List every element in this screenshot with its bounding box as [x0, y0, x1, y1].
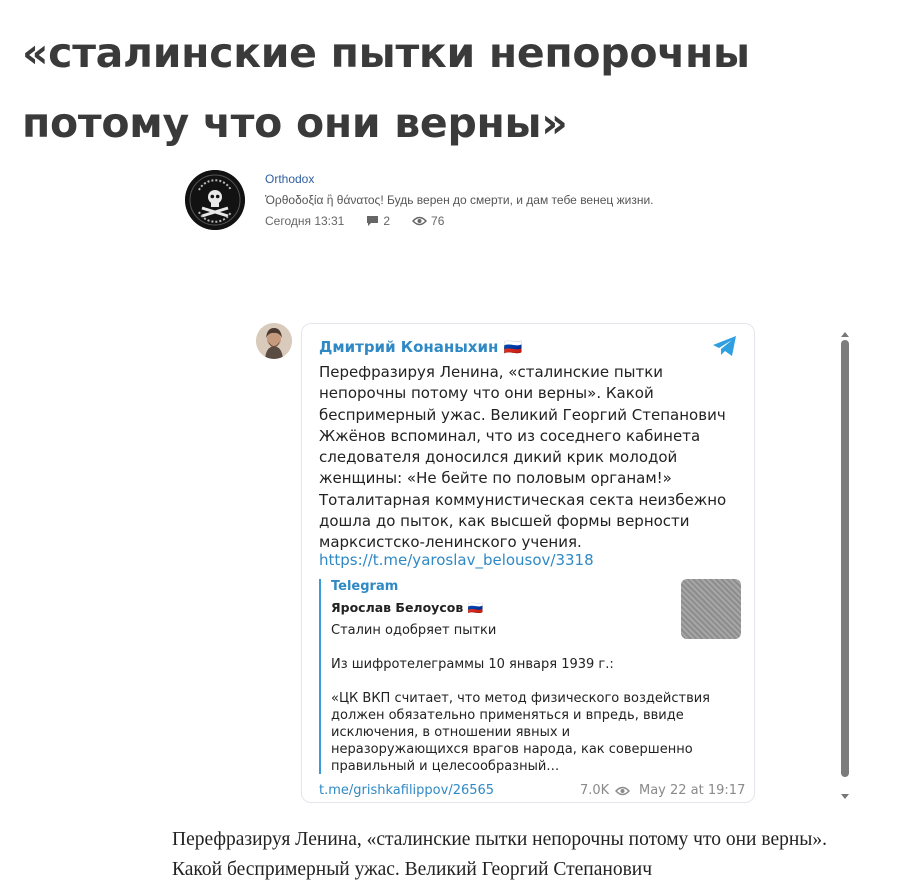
eye-icon [412, 216, 428, 226]
embed-scrollbar-thumb[interactable] [841, 340, 849, 777]
scroll-up-arrow-icon[interactable] [840, 327, 850, 337]
telegram-post-date[interactable]: May 22 at 19:17 [639, 783, 745, 798]
views-count: 76 [412, 214, 444, 228]
telegram-views-text: 7.0K [580, 783, 610, 798]
link-preview[interactable]: Telegram Ярослав Белоусов 🇷🇺 Сталин одоб… [319, 579, 741, 774]
post-meta: Сегодня 13:31 2 76 [265, 214, 466, 228]
author-avatar[interactable] [185, 170, 245, 230]
article-title: «сталинские пытки непорочны потому что о… [22, 29, 750, 147]
telegram-views: 7.0K [580, 783, 631, 798]
link-preview-body: «ЦК ВКП считает, что метод физического в… [331, 691, 710, 774]
post-time-text: Сегодня 13:31 [265, 214, 345, 228]
telegram-post-link[interactable]: t.me/grishkafilippov/26565 [319, 783, 494, 798]
comments-count[interactable]: 2 [366, 214, 390, 228]
telegram-channel-avatar[interactable] [256, 323, 292, 359]
views-count-text: 76 [431, 214, 445, 228]
post-time: Сегодня 13:31 [265, 214, 344, 228]
link-preview-headline: Сталин одобряет пытки [331, 623, 497, 638]
scroll-down-arrow-icon[interactable] [840, 788, 850, 799]
article-body-text: Перефразируя Ленина, «сталинские пытки н… [172, 829, 828, 880]
link-preview-author: Ярослав Белоусов 🇷🇺 [331, 600, 484, 615]
eye-icon [615, 786, 631, 796]
link-preview-thumbnail[interactable] [681, 579, 741, 639]
telegram-channel-name[interactable]: Дмитрий Конаныхин 🇷🇺 [319, 338, 522, 356]
link-preview-subtitle: Из шифротелеграммы 10 января 1939 г.: [331, 657, 614, 672]
author-name-link[interactable]: Orthodox [265, 172, 314, 186]
telegram-embed: Дмитрий Конаныхин 🇷🇺 Перефразируя Ленина… [301, 323, 755, 803]
telegram-icon[interactable] [712, 335, 738, 362]
telegram-message-link[interactable]: https://t.me/yaroslav_belousov/3318 [319, 551, 594, 569]
comments-count-text: 2 [383, 214, 391, 228]
author-motto: Ὀρθοδοξία ἢ θάνατος! Будь верен до смерт… [265, 193, 654, 207]
telegram-message-text: Перефразируя Ленина, «сталинские пытки н… [319, 363, 727, 552]
link-preview-source: Telegram [331, 579, 399, 594]
comment-icon [366, 215, 379, 227]
